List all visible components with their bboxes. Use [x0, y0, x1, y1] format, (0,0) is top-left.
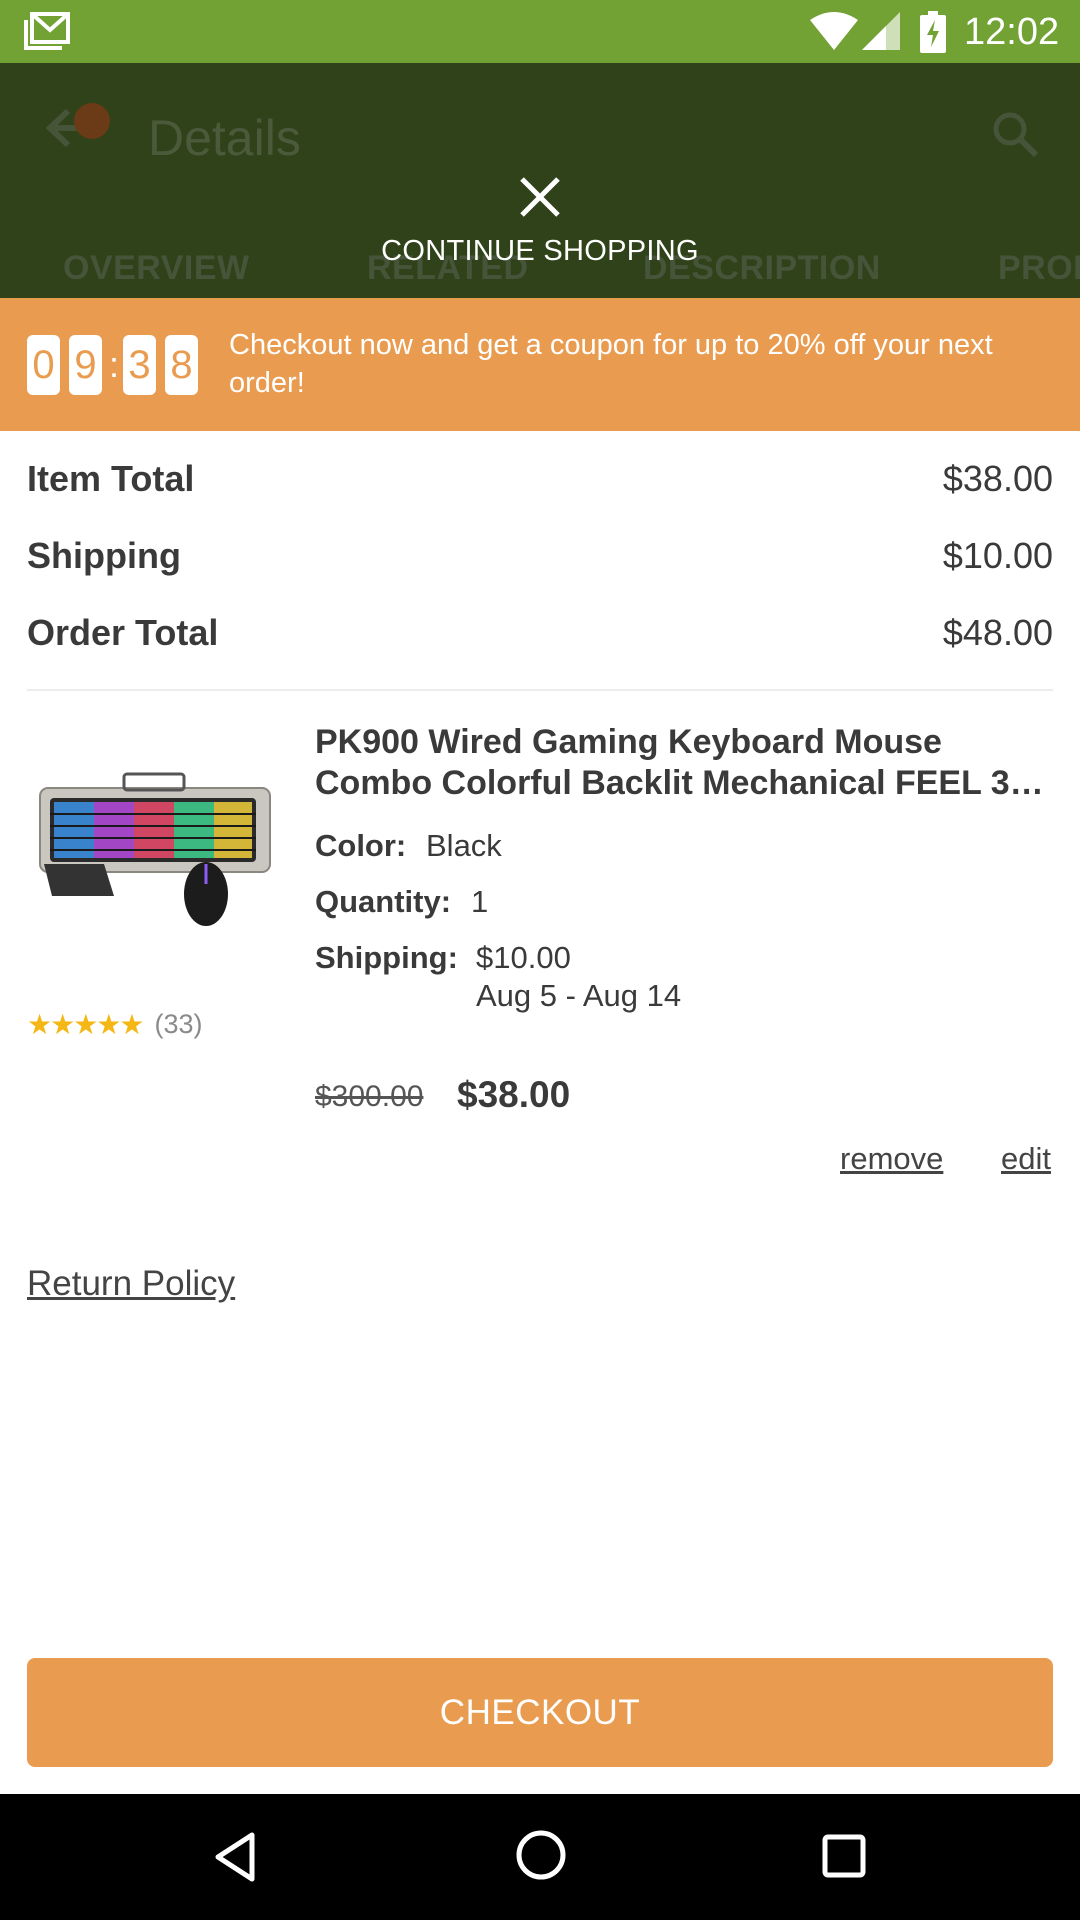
shipping-row: Shipping $10.00 — [27, 517, 1053, 594]
color-label: Color: — [315, 828, 407, 863]
timer-digit: 3 — [123, 335, 157, 395]
item-total-value: $38.00 — [942, 457, 1053, 499]
timer-separator: : — [109, 344, 120, 385]
shipping-label: Shipping — [27, 534, 181, 576]
order-total-value: $48.00 — [942, 611, 1053, 653]
rating-count: (33) — [154, 1009, 203, 1039]
close-icon[interactable] — [518, 175, 562, 219]
page-title: Details — [148, 110, 301, 166]
continue-shopping-button[interactable]: CONTINUE SHOPPING — [0, 235, 1080, 268]
quantity-value: 1 — [471, 884, 489, 919]
sale-price: $38.00 — [457, 1074, 571, 1115]
item-shipping-value: $10.00 — [476, 940, 571, 975]
quantity-attribute: Quantity: 1 — [315, 884, 488, 920]
return-policy-link[interactable]: Return Policy — [27, 1264, 235, 1304]
color-value: Black — [426, 828, 502, 863]
checkout-button[interactable]: CHECKOUT — [27, 1658, 1053, 1767]
shipping-attribute: Shipping: $10.00 Aug 5 - Aug 14 — [315, 940, 681, 1013]
product-title-line1: PK900 Wired Gaming Keyboard Mouse — [315, 723, 942, 761]
nav-recents-icon[interactable] — [822, 1834, 866, 1878]
shipping-dates: Aug 5 - Aug 14 — [476, 978, 682, 1013]
color-attribute: Color: Black — [315, 828, 502, 864]
notification-dot — [74, 103, 110, 139]
timer-digit: 8 — [165, 335, 199, 395]
order-total-label: Order Total — [27, 611, 219, 653]
status-time: 12:02 — [964, 11, 1060, 53]
countdown-timer: 0 9 : 3 8 — [27, 335, 207, 395]
order-summary: Item Total $38.00 Shipping $10.00 Order … — [27, 440, 1053, 671]
star-rating-icon: ★★★★★ — [27, 1009, 145, 1040]
app-header: Details OVERVIEW RELATED DESCRIPTION PRO… — [0, 63, 1080, 298]
shipping-value: $10.00 — [942, 534, 1053, 576]
item-shipping-label: Shipping: — [315, 940, 458, 975]
item-total-row: Item Total $38.00 — [27, 440, 1053, 517]
quantity-label: Quantity: — [315, 884, 452, 919]
product-title-line2: Combo Colorful Backlit Mechanical FEEL 3… — [315, 764, 1044, 802]
search-icon[interactable] — [990, 109, 1040, 159]
product-image[interactable] — [34, 764, 284, 934]
signal-icon — [862, 12, 900, 50]
edit-link[interactable]: edit — [1001, 1141, 1051, 1177]
gmail-icon — [24, 12, 70, 50]
item-total-label: Item Total — [27, 457, 195, 499]
remove-link[interactable]: remove — [840, 1141, 943, 1177]
battery-charging-icon — [920, 11, 946, 53]
nav-back-icon[interactable] — [212, 1831, 258, 1883]
product-title[interactable]: PK900 Wired Gaming Keyboard Mouse Combo … — [315, 722, 1055, 804]
system-nav-bar — [0, 1794, 1080, 1920]
product-rating: ★★★★★ (33) — [27, 1008, 203, 1041]
original-price: $300.00 — [315, 1080, 424, 1113]
wifi-icon — [810, 12, 858, 50]
order-total-row: Order Total $48.00 — [27, 594, 1053, 671]
promo-banner: 0 9 : 3 8 Checkout now and get a coupon … — [0, 298, 1080, 431]
status-bar: 12:02 — [0, 0, 1080, 63]
promo-message: Checkout now and get a coupon for up to … — [229, 329, 993, 399]
timer-digit: 9 — [69, 335, 102, 395]
timer-digit: 0 — [27, 335, 60, 395]
nav-home-icon[interactable] — [515, 1829, 567, 1881]
divider — [27, 689, 1053, 691]
